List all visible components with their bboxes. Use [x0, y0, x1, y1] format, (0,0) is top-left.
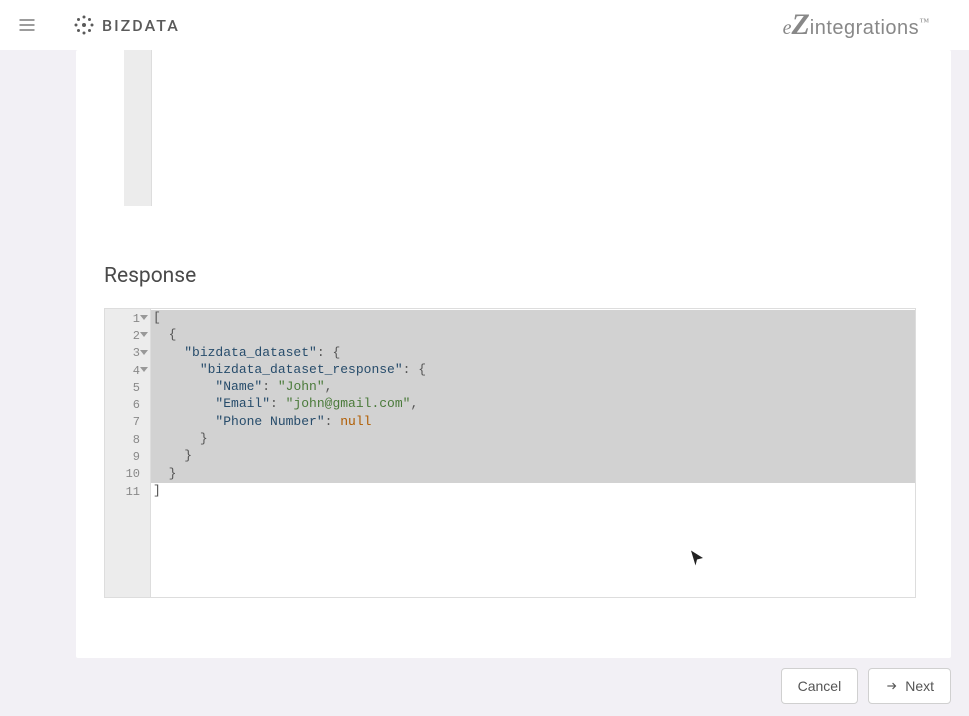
- gutter-line: 9: [105, 448, 150, 465]
- cancel-button[interactable]: Cancel: [781, 668, 859, 704]
- main-card: Response 1234567891011 [ { "bizdata_data…: [76, 50, 951, 658]
- fold-icon[interactable]: [140, 367, 148, 372]
- code-line[interactable]: }: [151, 466, 915, 483]
- code-line[interactable]: ]: [151, 483, 915, 500]
- fold-icon[interactable]: [140, 350, 148, 355]
- gutter-line: 10: [105, 466, 150, 483]
- gutter-line: 1: [105, 310, 150, 327]
- code-line[interactable]: {: [151, 327, 915, 344]
- next-button[interactable]: Next: [868, 668, 951, 704]
- response-heading: Response: [104, 264, 196, 288]
- footer-actions: Cancel Next: [0, 656, 969, 716]
- spark-icon: [72, 13, 96, 37]
- gutter-line: 11: [105, 483, 150, 500]
- app-header: BIZDATA eZintegrations™: [0, 0, 969, 50]
- mouse-cursor-icon: [688, 549, 706, 571]
- gutter-line: 3: [105, 345, 150, 362]
- code-content[interactable]: [ { "bizdata_dataset": { "bizdata_datase…: [151, 309, 915, 597]
- code-line[interactable]: }: [151, 431, 915, 448]
- next-button-label: Next: [905, 678, 934, 694]
- code-line[interactable]: "bizdata_dataset_response": {: [151, 362, 915, 379]
- gutter-line: 8: [105, 431, 150, 448]
- fold-icon[interactable]: [140, 315, 148, 320]
- gutter-line: 4: [105, 362, 150, 379]
- code-line[interactable]: "Phone Number": null: [151, 414, 915, 431]
- arrow-right-icon: [885, 679, 899, 693]
- code-gutter: 1234567891011: [105, 309, 151, 597]
- code-line[interactable]: "Name": "John",: [151, 379, 915, 396]
- bizdata-logo-text: BIZDATA: [102, 16, 180, 35]
- code-line[interactable]: "bizdata_dataset": {: [151, 345, 915, 362]
- menu-button[interactable]: [12, 10, 42, 40]
- bizdata-logo: BIZDATA: [72, 13, 180, 37]
- response-code-editor[interactable]: 1234567891011 [ { "bizdata_dataset": { "…: [104, 308, 916, 598]
- cancel-button-label: Cancel: [798, 678, 842, 694]
- code-line[interactable]: "Email": "john@gmail.com",: [151, 396, 915, 413]
- fold-icon[interactable]: [140, 332, 148, 337]
- hamburger-icon: [17, 15, 37, 35]
- code-line[interactable]: [: [151, 310, 915, 327]
- code-line[interactable]: }: [151, 448, 915, 465]
- gutter-line: 7: [105, 414, 150, 431]
- ezintegrations-logo: eZintegrations™: [783, 8, 929, 42]
- gutter-line: 5: [105, 379, 150, 396]
- gutter-line: 2: [105, 327, 150, 344]
- upper-editor-gutter: [124, 50, 152, 206]
- gutter-line: 6: [105, 396, 150, 413]
